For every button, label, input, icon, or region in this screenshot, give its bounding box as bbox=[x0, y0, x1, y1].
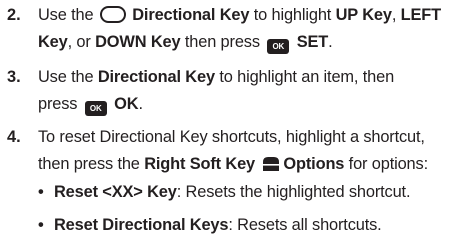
manual-page: 2. Use the Directional Key to highlight … bbox=[0, 0, 472, 244]
step-2-line-1: Use the Directional Key to highlight UP … bbox=[38, 6, 441, 25]
bold-term: Right Soft Key bbox=[144, 155, 255, 173]
bold-term: LEFT bbox=[400, 6, 442, 24]
text: . bbox=[328, 33, 333, 51]
text: : Resets the highlighted shortcut. bbox=[176, 183, 411, 201]
right-soft-key-icon bbox=[261, 156, 281, 172]
text: . bbox=[138, 95, 143, 113]
bold-term: UP Key bbox=[335, 6, 392, 24]
text: press bbox=[38, 95, 82, 113]
text: To reset Directional Key shortcuts, high… bbox=[38, 128, 425, 146]
bullet-dot: • bbox=[38, 216, 44, 234]
step-3-line-1: Use the Directional Key to highlight an … bbox=[38, 68, 394, 87]
text: : Resets all shortcuts. bbox=[228, 216, 382, 234]
text: then press the bbox=[38, 155, 145, 173]
bold-term: Options bbox=[283, 155, 345, 173]
bullet-dot: • bbox=[38, 183, 44, 201]
step-4-line-1: To reset Directional Key shortcuts, high… bbox=[38, 128, 425, 147]
bold-term: OK bbox=[109, 95, 139, 113]
text: Use the bbox=[38, 6, 98, 24]
bold-term: Reset Directional Keys bbox=[54, 216, 229, 234]
ok-key-icon: OK bbox=[267, 39, 290, 54]
text: for options: bbox=[344, 155, 428, 173]
bold-term: Key bbox=[38, 33, 68, 51]
text: to highlight an item, then bbox=[214, 68, 395, 86]
text: , or bbox=[67, 33, 96, 51]
step-number: 2. bbox=[7, 6, 21, 24]
text bbox=[255, 155, 259, 173]
bold-term: SET bbox=[292, 33, 329, 51]
step-number: 3. bbox=[7, 68, 21, 86]
bullet-item: • Reset Directional Keys: Resets all shor… bbox=[38, 216, 382, 235]
bold-term: DOWN Key bbox=[95, 33, 181, 51]
text: Use the bbox=[38, 68, 98, 86]
bold-term: Reset <XX> Key bbox=[54, 183, 177, 201]
text: to highlight bbox=[249, 6, 336, 24]
step-number: 4. bbox=[7, 128, 21, 146]
directional-key-icon bbox=[99, 6, 126, 23]
ok-key-icon: OK bbox=[84, 101, 107, 116]
text: then press bbox=[180, 33, 265, 51]
step-4-line-2: then press the Right Soft Key Options fo… bbox=[38, 155, 428, 174]
bullet-item: • Reset <XX> Key: Resets the highlighted … bbox=[38, 183, 411, 202]
step-3-line-2: press OK OK. bbox=[38, 95, 143, 116]
bold-term: Directional Key bbox=[127, 6, 250, 24]
text: , bbox=[391, 6, 401, 24]
bold-term: Directional Key bbox=[97, 68, 215, 86]
step-2-line-2: Key, or DOWN Key then press OK SET. bbox=[38, 33, 333, 54]
